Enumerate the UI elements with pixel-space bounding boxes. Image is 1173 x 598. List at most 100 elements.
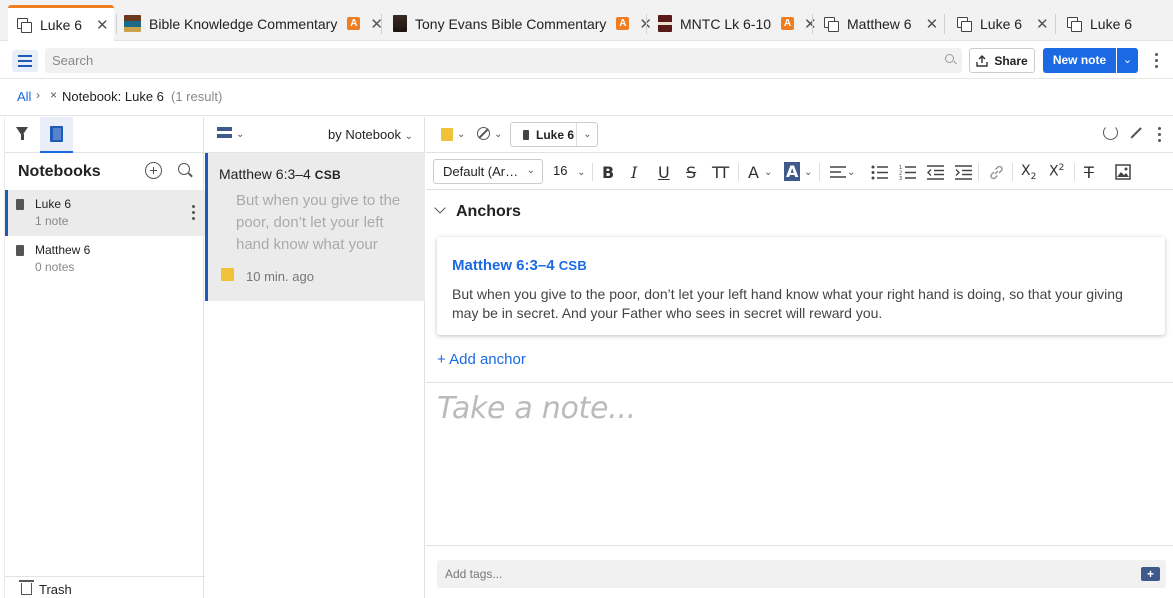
- notebook-icon: [16, 199, 24, 210]
- new-note-dropdown-button[interactable]: ⌄: [1117, 48, 1138, 73]
- chevron-down-icon: ⌄: [804, 167, 813, 178]
- search-icon: [945, 54, 954, 63]
- trash-icon: [19, 580, 34, 595]
- expand-icon[interactable]: [1129, 127, 1141, 139]
- notebook-icon: [523, 130, 529, 140]
- search-notebooks-icon[interactable]: [178, 163, 190, 175]
- tab-mntc-lk-6-10[interactable]: MNTC Lk 6-10 A ✕: [658, 6, 817, 41]
- tab-label: Tony Evans Bible Commentary: [415, 15, 607, 32]
- chevron-down-icon: ⌄: [494, 129, 503, 140]
- editor-more-icon[interactable]: [1158, 127, 1162, 143]
- tab-label: Luke 6: [980, 15, 1023, 32]
- anchor-reference[interactable]: Matthew 6:3–4 CSB: [452, 257, 587, 274]
- image-icon[interactable]: [1115, 164, 1131, 180]
- indent-icon[interactable]: [955, 165, 972, 180]
- outdent-icon[interactable]: [927, 165, 944, 180]
- clear-format-icon[interactable]: T: [1084, 163, 1094, 182]
- menu-button[interactable]: [12, 50, 38, 72]
- format-toolbar: Default (Ar… ⌄ 16 ⌄ B I U S TT A ⌄ A ⌄ ⌄ …: [426, 154, 1173, 190]
- notebook-icon: [50, 126, 63, 142]
- notebook-item-luke-6[interactable]: Luke 6 1 note: [5, 190, 205, 236]
- search-input[interactable]: Search: [45, 48, 962, 73]
- filter-icon[interactable]: [16, 127, 28, 140]
- link-icon[interactable]: [988, 164, 1005, 181]
- search-placeholder: Search: [52, 53, 94, 68]
- notebooks-tab[interactable]: [40, 117, 73, 153]
- highlight-icon[interactable]: A: [784, 162, 801, 181]
- notebook-icon: [16, 245, 24, 256]
- superscript-icon[interactable]: X2: [1049, 163, 1064, 180]
- bulleted-list-icon[interactable]: [871, 165, 888, 180]
- close-icon[interactable]: ✕: [1036, 15, 1049, 33]
- notebook-name: Matthew 6: [35, 243, 91, 257]
- layout-toggle-icon[interactable]: [217, 127, 232, 139]
- note-editor: ⌄ ⌄ Luke 6 ⌄ Default (Ar… ⌄ 16 ⌄ B I U S …: [426, 117, 1173, 598]
- chevron-right-icon: ›: [36, 88, 40, 102]
- close-icon[interactable]: ✕: [926, 15, 939, 33]
- new-note-button[interactable]: New note: [1043, 48, 1116, 73]
- underline-icon[interactable]: U: [658, 163, 670, 182]
- trash-item[interactable]: Trash: [5, 576, 205, 598]
- pane-tabs: [5, 117, 205, 153]
- text-size-icon[interactable]: TT: [712, 163, 729, 182]
- notebook-item-matthew-6[interactable]: Matthew 6 0 notes: [5, 236, 205, 282]
- anchor-card[interactable]: Matthew 6:3–4 CSB But when you give to t…: [437, 237, 1165, 335]
- note-reference-text: Matthew 6:3–4: [219, 166, 311, 182]
- close-icon[interactable]: ✕: [804, 15, 817, 33]
- numbered-list-icon[interactable]: 123: [899, 165, 916, 180]
- share-button[interactable]: Share: [969, 48, 1035, 73]
- tab-bible-knowledge-commentary[interactable]: Bible Knowledge Commentary A ✕: [124, 6, 383, 41]
- breadcrumb-notebook: Notebook: Luke 6: [62, 89, 164, 104]
- notebooks-pane: Notebooks Luke 6 1 note Matthew 6 0 note…: [4, 117, 205, 598]
- subscript-icon[interactable]: X2: [1021, 163, 1036, 182]
- more-options-icon[interactable]: [1155, 53, 1159, 69]
- align-icon[interactable]: [830, 166, 846, 179]
- svg-text:3: 3: [899, 176, 902, 180]
- font-color-icon[interactable]: A: [748, 163, 759, 182]
- clear-filter-icon[interactable]: ×: [50, 88, 57, 102]
- add-anchor-link[interactable]: + Add anchor: [437, 351, 526, 368]
- chevron-down-icon: ⌄: [577, 167, 586, 178]
- notebook-options-icon[interactable]: [192, 205, 196, 221]
- note-reference: Matthew 6:3–4 CSB: [219, 166, 341, 182]
- add-notebook-icon[interactable]: [145, 162, 162, 179]
- note-card[interactable]: Matthew 6:3–4 CSB But when you give to t…: [205, 153, 425, 301]
- sort-dropdown[interactable]: by Notebook ⌄: [328, 127, 413, 142]
- tab-luke-6[interactable]: Luke 6 ✕: [957, 6, 1049, 41]
- italic-icon[interactable]: I: [631, 163, 637, 182]
- result-count: (1 result): [171, 89, 223, 104]
- notebook-note-count: 1 note: [35, 214, 69, 228]
- font-size-select[interactable]: 16 ⌄: [553, 163, 585, 178]
- breadcrumb-all-link[interactable]: All: [17, 89, 31, 104]
- font-family-value: Default (Ar…: [443, 164, 519, 179]
- note-style-icon[interactable]: [441, 128, 453, 141]
- tab-label: Luke 6: [40, 17, 83, 33]
- tab-luke-6-active[interactable]: Luke 6 ✕: [8, 5, 114, 42]
- chevron-down-icon[interactable]: ⌄: [576, 123, 598, 146]
- note-body-input[interactable]: Take a note...: [437, 391, 636, 426]
- notebook-selector[interactable]: Luke 6 ⌄: [510, 122, 598, 147]
- anchors-section-toggle[interactable]: Anchors: [434, 202, 521, 221]
- note-version: CSB: [314, 168, 341, 182]
- notes-app: Luke 6 ✕ Bible Knowledge Commentary A ✕ …: [0, 0, 1173, 598]
- sync-icon[interactable]: [1103, 125, 1118, 140]
- tab-luke-6[interactable]: Luke 6: [1067, 6, 1132, 41]
- add-tag-icon[interactable]: +: [1141, 567, 1160, 581]
- strikethrough-icon[interactable]: S: [686, 163, 696, 182]
- tab-label: Matthew 6: [847, 15, 912, 32]
- no-highlight-icon[interactable]: [477, 127, 490, 140]
- breadcrumb: All › × Notebook: Luke 6 (1 result): [0, 80, 1173, 116]
- tab-tony-evans-bible-commentary[interactable]: Tony Evans Bible Commentary A ✕: [393, 6, 652, 41]
- bold-icon[interactable]: B: [602, 163, 614, 182]
- notes-icon: [824, 16, 839, 32]
- tags-input[interactable]: Add tags... +: [437, 560, 1166, 588]
- tab-matthew-6[interactable]: Matthew 6 ✕: [824, 6, 938, 41]
- tab-label: MNTC Lk 6-10: [680, 15, 772, 32]
- notes-list-pane: ⌄ by Notebook ⌄ Matthew 6:3–4 CSB But wh…: [205, 117, 425, 598]
- share-icon: [976, 54, 989, 67]
- book-cover-icon: [658, 15, 672, 32]
- badge-a: A: [347, 17, 361, 30]
- font-family-select[interactable]: Default (Ar… ⌄: [433, 159, 543, 184]
- close-icon[interactable]: ✕: [96, 16, 109, 34]
- tags-placeholder: Add tags...: [445, 567, 503, 581]
